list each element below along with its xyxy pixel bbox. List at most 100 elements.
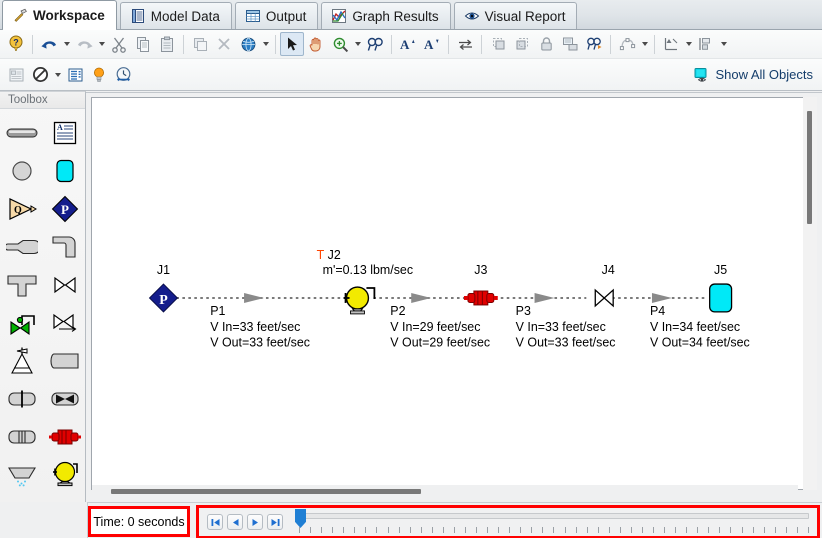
tool-centrifugal-pump[interactable] xyxy=(43,457,86,493)
time-slider-tick xyxy=(464,527,466,533)
time-slider-tick xyxy=(343,527,345,533)
junction-J3[interactable] xyxy=(463,290,498,306)
time-slider-tick xyxy=(752,527,754,533)
tool-tank[interactable] xyxy=(43,153,86,189)
time-slider-tick xyxy=(807,527,809,533)
globe-dropdown-arrow[interactable] xyxy=(260,32,271,56)
horizontal-scrollbar-thumb[interactable] xyxy=(111,489,421,494)
reverse-icon[interactable] xyxy=(453,32,477,56)
workspace-vertical-scrollbar[interactable] xyxy=(803,97,817,490)
step-forward-button[interactable] xyxy=(247,514,263,530)
junction-J2[interactable] xyxy=(343,286,376,315)
junction-J5[interactable] xyxy=(709,283,733,313)
time-slider-tick xyxy=(686,527,688,533)
pipe-network-diagram[interactable]: P J1 T J2 m'=0.13 lbm/sec J3 J4 J5 P1 V … xyxy=(92,98,812,489)
tool-pump[interactable] xyxy=(43,419,86,455)
time-slider-rail[interactable] xyxy=(295,513,809,519)
time-slider[interactable] xyxy=(295,508,809,536)
align-icon[interactable] xyxy=(659,32,683,56)
undo-dropdown-arrow[interactable] xyxy=(61,32,72,56)
tool-bend[interactable] xyxy=(43,229,86,265)
distribute-icon[interactable] xyxy=(694,32,718,56)
tool-screen[interactable] xyxy=(0,419,43,455)
workspace-canvas-frame[interactable]: P J1 T J2 m'=0.13 lbm/sec J3 J4 J5 P1 V … xyxy=(91,97,813,490)
find-icon[interactable] xyxy=(363,32,387,56)
toolbar-separator xyxy=(654,34,655,54)
cut-icon[interactable] xyxy=(107,32,131,56)
tool-branch[interactable] xyxy=(0,153,43,189)
time-slider-tick xyxy=(619,527,621,533)
tool-assigned-flow[interactable]: Q xyxy=(0,191,43,227)
clock-icon[interactable] xyxy=(111,63,135,87)
no-entry-dropdown-arrow[interactable] xyxy=(52,63,63,87)
font-increase-icon[interactable]: A xyxy=(396,32,420,56)
help-icon[interactable]: ? xyxy=(4,32,28,56)
tab-workspace[interactable]: Workspace xyxy=(2,0,117,30)
time-slider-thumb[interactable] xyxy=(295,509,306,528)
junction-J4[interactable] xyxy=(594,288,614,308)
tool-area-change[interactable] xyxy=(0,229,43,265)
tool-annotation[interactable]: A xyxy=(43,115,86,151)
tool-pipe[interactable] xyxy=(0,115,43,151)
redo-dropdown-arrow[interactable] xyxy=(96,32,107,56)
time-slider-tick xyxy=(675,527,677,533)
pan-hand-icon[interactable] xyxy=(304,32,328,56)
lock-icon[interactable] xyxy=(534,32,558,56)
tool-check-valve[interactable] xyxy=(43,305,86,341)
time-slider-tick xyxy=(708,527,710,533)
tool-heat-exchanger[interactable] xyxy=(0,457,43,493)
globe-icon[interactable] xyxy=(236,32,260,56)
tool-venturi[interactable] xyxy=(43,381,86,417)
copy-icon[interactable] xyxy=(131,32,155,56)
annotation-icon[interactable] xyxy=(558,32,582,56)
time-slider-tick xyxy=(542,527,544,533)
step-back-button[interactable] xyxy=(227,514,243,530)
send-back-icon[interactable] xyxy=(486,32,510,56)
undo-icon[interactable] xyxy=(37,32,61,56)
junction-label-J5: J5 xyxy=(714,263,727,277)
duplicate-icon[interactable] xyxy=(188,32,212,56)
tool-orifice[interactable] xyxy=(0,381,43,417)
font-decrease-icon[interactable]: A xyxy=(420,32,444,56)
tool-control-valve[interactable] xyxy=(0,305,43,341)
jump-first-button[interactable] xyxy=(207,514,223,530)
redo-icon[interactable] xyxy=(72,32,96,56)
grid-table-icon xyxy=(245,10,260,22)
time-slider-tick xyxy=(509,527,511,533)
tool-valve[interactable] xyxy=(43,267,86,303)
tab-visual-report[interactable]: Visual Report xyxy=(453,2,578,29)
tab-output[interactable]: Output xyxy=(234,2,319,29)
workspace-horizontal-scrollbar[interactable] xyxy=(92,485,798,497)
pipe-vin-P4: V In=34 feet/sec xyxy=(650,320,740,334)
status-bar-corner xyxy=(0,502,88,538)
delete-icon[interactable] xyxy=(212,32,236,56)
list-icon[interactable] xyxy=(63,63,87,87)
tab-model-data[interactable]: Model Data xyxy=(119,2,232,29)
time-slider-tick xyxy=(310,527,312,533)
group-icon[interactable] xyxy=(582,32,606,56)
distribute-dropdown-arrow[interactable] xyxy=(718,32,729,56)
pointer-icon[interactable] xyxy=(280,32,304,56)
bring-front-icon[interactable] xyxy=(510,32,534,56)
time-slider-tick xyxy=(697,527,699,533)
zoom-icon[interactable] xyxy=(328,32,352,56)
shape-dropdown-arrow[interactable] xyxy=(639,32,650,56)
tool-reservoir[interactable] xyxy=(43,343,86,379)
svg-text:P: P xyxy=(159,293,168,308)
pipe-vin-P2: V In=29 feet/sec xyxy=(390,320,480,334)
vertical-scrollbar-thumb[interactable] xyxy=(807,111,812,224)
junction-J1[interactable]: P xyxy=(148,283,179,313)
zoom-dropdown-arrow[interactable] xyxy=(352,32,363,56)
shape-icon[interactable] xyxy=(615,32,639,56)
tool-spray-discharge[interactable] xyxy=(0,343,43,379)
paste-icon[interactable] xyxy=(155,32,179,56)
no-entry-icon[interactable] xyxy=(28,63,52,87)
tool-assigned-pressure[interactable]: P xyxy=(43,191,86,227)
jump-last-button[interactable] xyxy=(267,514,283,530)
tool-tee[interactable] xyxy=(0,267,43,303)
tab-graph-results[interactable]: Graph Results xyxy=(321,2,451,29)
workspace-layers-icon[interactable] xyxy=(4,63,28,87)
align-dropdown-arrow[interactable] xyxy=(683,32,694,56)
bulb-icon[interactable] xyxy=(87,63,111,87)
show-all-objects-button[interactable]: Show All Objects xyxy=(693,67,813,83)
